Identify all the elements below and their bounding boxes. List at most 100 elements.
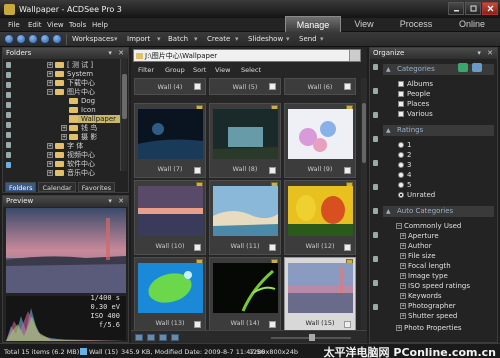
rating-1[interactable]: 1: [398, 141, 411, 149]
thumbnail-cell[interactable]: Wall (14): [209, 257, 281, 332]
thumbnail-cell[interactable]: Wall (13): [134, 257, 206, 332]
thumbnail-cell[interactable]: Wall (7): [134, 103, 206, 178]
pin-icon[interactable]: [6, 102, 11, 108]
home-icon[interactable]: [52, 34, 62, 44]
pin-icon[interactable]: [6, 142, 11, 148]
add-category-icon[interactable]: [458, 63, 468, 72]
close-button[interactable]: [482, 2, 498, 15]
filter-menu[interactable]: Filter: [138, 66, 154, 74]
pin-icon[interactable]: [373, 232, 378, 238]
thumbnail-cell[interactable]: Wall (11): [209, 180, 281, 255]
menu-file[interactable]: File: [8, 21, 20, 29]
checkbox[interactable]: [194, 83, 201, 90]
menu-edit[interactable]: Edit: [28, 21, 42, 29]
pin-icon[interactable]: [6, 72, 11, 78]
minimize-button[interactable]: [448, 2, 464, 15]
checkbox[interactable]: [269, 167, 276, 174]
tree-item-selected[interactable]: Wallpaper: [69, 115, 123, 123]
checkbox[interactable]: [344, 244, 351, 251]
checkbox[interactable]: [269, 83, 276, 90]
thumbnail-cell[interactable]: Wall (12): [284, 180, 356, 255]
view-mode-icon[interactable]: [147, 334, 155, 341]
rating-3[interactable]: 3: [398, 161, 411, 169]
tree-item[interactable]: +[ 测 试 ]: [47, 61, 93, 69]
auto-shutter-speed[interactable]: + Shutter speed: [400, 312, 457, 320]
workspaces-menu[interactable]: Workspaces: [72, 35, 114, 43]
commonly-used-group[interactable]: − Commonly Used: [396, 222, 461, 230]
tab-folders[interactable]: Folders: [5, 182, 37, 192]
rating-2[interactable]: 2: [398, 151, 411, 159]
checkbox[interactable]: [194, 244, 201, 251]
tree-item[interactable]: + 音乐中心: [47, 169, 95, 177]
import-menu[interactable]: Import: [127, 35, 150, 43]
tree-item[interactable]: + 视频中心: [47, 151, 95, 159]
pin-icon[interactable]: [6, 82, 11, 88]
select-menu[interactable]: Select: [241, 66, 261, 74]
group-menu[interactable]: Group: [165, 66, 185, 74]
pin-icon[interactable]: [373, 304, 378, 310]
pin-icon[interactable]: [373, 64, 378, 70]
tree-item[interactable]: + 字 体: [47, 142, 83, 150]
tree-item[interactable]: Icon: [69, 106, 96, 114]
tab-favorites[interactable]: Favorites: [77, 182, 116, 192]
checkbox[interactable]: [344, 321, 351, 328]
auto-keywords[interactable]: + Keywords: [400, 292, 442, 300]
thumbnail-cell[interactable]: Wall (10): [134, 180, 206, 255]
auto-iso[interactable]: + ISO speed ratings: [400, 282, 470, 290]
pin-icon[interactable]: [373, 208, 378, 214]
slideshow-menu[interactable]: Slideshow: [248, 35, 283, 43]
thumbnail-cell-selected[interactable]: Wall (15): [284, 257, 356, 332]
pin-icon[interactable]: [373, 160, 378, 166]
menu-view[interactable]: View: [47, 21, 64, 29]
pin-icon[interactable]: [6, 122, 11, 128]
back-icon[interactable]: [4, 34, 14, 44]
panel-buttons[interactable]: ▾ ✕: [477, 48, 495, 59]
tab-view[interactable]: View: [343, 16, 385, 32]
pin-icon[interactable]: [373, 88, 378, 94]
auto-aperture[interactable]: + Aperture: [400, 232, 439, 240]
send-menu[interactable]: Send: [299, 35, 317, 43]
category-people[interactable]: People: [398, 90, 430, 98]
auto-file-size[interactable]: + File size: [400, 252, 436, 260]
sort-menu[interactable]: Sort: [193, 66, 206, 74]
auto-photographer[interactable]: + Photographer: [400, 302, 456, 310]
photo-properties-group[interactable]: + Photo Properties: [396, 324, 462, 332]
checkbox[interactable]: [344, 83, 351, 90]
pin-icon[interactable]: [6, 162, 11, 168]
checkbox[interactable]: [194, 321, 201, 328]
pin-icon[interactable]: [373, 136, 378, 142]
tree-item[interactable]: + 下载中心: [47, 79, 95, 87]
view-mode-icon[interactable]: [171, 334, 179, 341]
tab-online[interactable]: Online: [446, 16, 498, 32]
pin-icon[interactable]: [373, 112, 378, 118]
auto-focal-length[interactable]: + Focal length: [400, 262, 451, 270]
edit-category-icon[interactable]: [472, 63, 482, 72]
checkbox[interactable]: [269, 244, 276, 251]
view-menu[interactable]: View: [215, 66, 230, 74]
thumbnail-cell[interactable]: Wall (5): [209, 78, 281, 95]
pin-icon[interactable]: [6, 132, 11, 138]
tree-item[interactable]: + System: [47, 70, 93, 78]
thumbnail-cell[interactable]: Wall (4): [134, 78, 206, 95]
rating-5[interactable]: 5: [398, 181, 411, 189]
tree-item[interactable]: + 钱 鸟: [61, 124, 97, 132]
menu-help[interactable]: Help: [92, 21, 108, 29]
view-mode-icon[interactable]: [135, 334, 143, 341]
ratings-header[interactable]: ▲ Ratings: [383, 125, 494, 136]
tree-item[interactable]: Dog: [69, 97, 95, 105]
path-bar[interactable]: J:\图片中心\Wallpaper: [133, 49, 361, 62]
thumbnail-cell[interactable]: Wall (8): [209, 103, 281, 178]
tree-item[interactable]: − 图片中心: [47, 88, 95, 96]
tab-process[interactable]: Process: [388, 16, 444, 32]
create-menu[interactable]: Create: [207, 35, 230, 43]
category-various[interactable]: Various: [398, 110, 433, 118]
thumbnail-cell[interactable]: Wall (9): [284, 103, 356, 178]
folders-scrollbar[interactable]: [120, 59, 127, 171]
path-dropdown-button[interactable]: [349, 50, 360, 61]
browser-scrollbar[interactable]: [361, 78, 367, 334]
pin-icon[interactable]: [373, 256, 378, 262]
up-icon[interactable]: [28, 34, 38, 44]
pin-icon[interactable]: [6, 62, 11, 68]
panel-buttons[interactable]: ▾ ✕: [108, 196, 126, 207]
pin-icon[interactable]: [373, 280, 378, 286]
